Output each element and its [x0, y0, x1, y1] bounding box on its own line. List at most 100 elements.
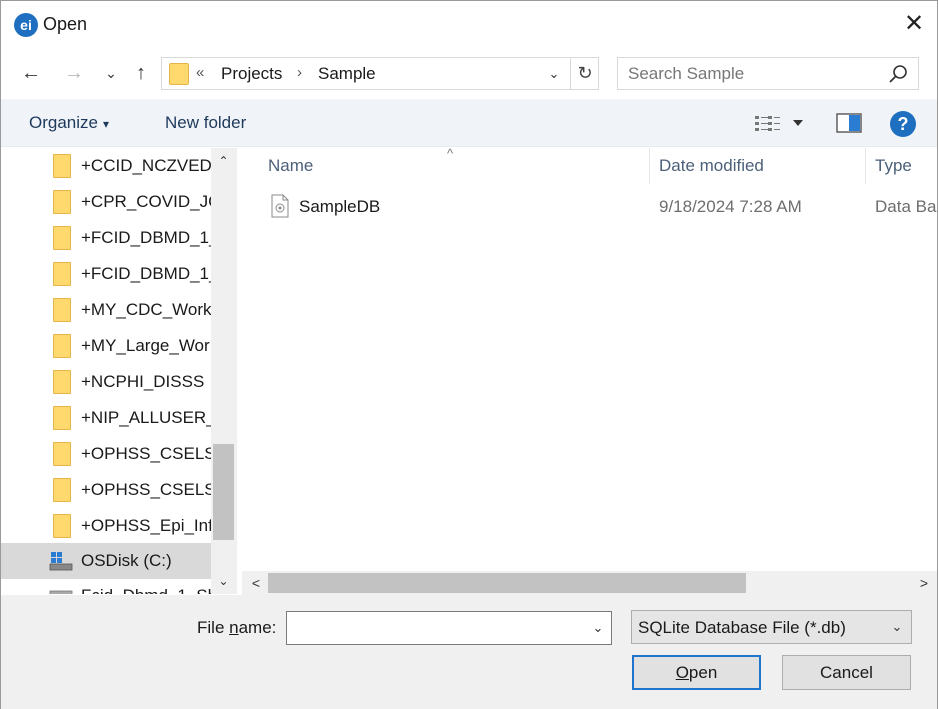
up-button[interactable]: ↑	[126, 59, 156, 87]
nav-folder-label: +NIP_ALLUSER_S	[81, 408, 211, 427]
file-type-value: SQLite Database File (*.db)	[638, 618, 846, 637]
chevron-down-icon[interactable]: ⌄	[884, 611, 910, 643]
nav-folder-label: +MY_CDC_Work	[81, 300, 211, 319]
search-icon[interactable]	[886, 63, 910, 85]
file-name-input[interactable]	[293, 618, 573, 638]
nav-drive-item[interactable]: OSDisk (C:)	[1, 543, 211, 579]
navigation-pane: +CCID_NCZVED_ +CPR_COVID_JC +FCID_DBMD_1…	[1, 148, 237, 594]
folder-icon	[169, 63, 189, 85]
nav-drive-label: OSDisk (C:)	[81, 551, 172, 570]
nav-folder-label: +OPHSS_Epi_Inf	[81, 516, 211, 535]
new-folder-button[interactable]: New folder	[165, 113, 246, 133]
nav-folder-label: +CCID_NCZVED_	[81, 156, 211, 175]
file-type: Data Base	[875, 197, 937, 216]
chevron-down-icon: ▾	[102, 117, 110, 131]
folder-icon	[53, 190, 71, 214]
recent-locations-button[interactable]: ⌄	[96, 59, 126, 87]
scroll-right-button[interactable]: >	[912, 571, 936, 595]
open-dialog: ei Open ✕ ← → ⌄ ↑ « Projects › Sample ⌄ …	[0, 0, 938, 709]
navigation-bar: ← → ⌄ ↑ « Projects › Sample ⌄ ↻	[1, 47, 937, 99]
nav-folder-label: +OPHSS_CSELS_	[81, 444, 211, 463]
nav-folder-label: +MY_Large_Wor	[81, 336, 210, 355]
folder-icon	[53, 370, 71, 394]
column-header-date[interactable]: Date modified	[659, 156, 764, 176]
scrollbar-thumb[interactable]	[213, 444, 234, 540]
nav-folder-item[interactable]: +CCID_NCZVED_	[1, 148, 211, 184]
column-header-name[interactable]: Name	[268, 156, 313, 176]
file-name-label-accel: n	[229, 618, 239, 637]
nav-folder-item[interactable]: +NCPHI_DISSS	[1, 364, 211, 400]
folder-icon	[53, 406, 71, 430]
dialog-footer: File name: ⌄ SQLite Database File (*.db)…	[1, 595, 937, 709]
nav-folder-item[interactable]: +OPHSS_Epi_Inf	[1, 508, 211, 544]
database-file-icon	[271, 194, 289, 218]
file-date-modified: 9/18/2024 7:28 AM	[659, 197, 802, 216]
nav-folder-label: +FCID_DBMD_1_	[81, 228, 211, 247]
help-button[interactable]: ?	[890, 111, 916, 137]
scrollbar-thumb[interactable]	[268, 573, 746, 593]
nav-drive-label: Fcid_Dbmd_1_Sh	[81, 586, 211, 594]
folder-icon	[53, 514, 71, 538]
nav-folder-item[interactable]: +NIP_ALLUSER_S	[1, 400, 211, 436]
breadcrumb-sample[interactable]: Sample	[318, 64, 376, 84]
folder-icon	[53, 262, 71, 286]
open-button-accel: O	[675, 663, 689, 682]
column-divider[interactable]	[649, 148, 650, 184]
breadcrumb-projects[interactable]: Projects	[221, 64, 282, 84]
file-name-combobox[interactable]: ⌄	[286, 611, 612, 645]
file-row[interactable]: SampleDB 9/18/2024 7:28 AM Data Base	[266, 192, 937, 220]
close-button[interactable]: ✕	[891, 1, 937, 47]
folder-icon	[53, 442, 71, 466]
nav-folder-item[interactable]: +OPHSS_CSELS_	[1, 436, 211, 472]
preview-pane-icon[interactable]	[835, 111, 863, 135]
open-button-label: pen	[688, 663, 718, 682]
file-name: SampleDB	[299, 197, 381, 216]
file-name-label-text: ame:	[238, 618, 277, 637]
search-input[interactable]	[628, 63, 878, 85]
file-list-hscrollbar[interactable]: < >	[242, 571, 937, 595]
nav-drive-item[interactable]: Fcid_Dbmd_1_Sh	[1, 578, 211, 594]
nav-folder-item[interactable]: +MY_Large_Wor	[1, 328, 211, 364]
view-options-icon[interactable]	[753, 111, 813, 135]
search-box[interactable]	[617, 57, 919, 90]
nav-scrollbar[interactable]: ⌃ ⌄	[211, 148, 236, 594]
breadcrumb-separator[interactable]: ›	[297, 64, 302, 81]
scroll-up-button[interactable]: ⌃	[211, 148, 236, 174]
file-name-label: File name:	[197, 618, 276, 638]
open-button[interactable]: Open	[632, 655, 761, 690]
nav-folder-label: +NCPHI_DISSS	[81, 372, 205, 391]
nav-folder-item[interactable]: +CPR_COVID_JC	[1, 184, 211, 220]
forward-button[interactable]: →	[59, 59, 89, 87]
scroll-down-button[interactable]: ⌄	[211, 568, 236, 594]
command-toolbar: Organize ▾ New folder ?	[1, 99, 937, 147]
title-bar: ei Open ✕	[1, 1, 937, 47]
nav-folder-label: +CPR_COVID_JC	[81, 192, 211, 211]
chevron-down-icon[interactable]: ⌄	[585, 612, 611, 644]
window-title: Open	[43, 14, 88, 34]
app-logo-icon: ei	[14, 13, 38, 37]
nav-folder-item[interactable]: +OPHSS_CSELS_	[1, 472, 211, 508]
back-button[interactable]: ←	[16, 59, 46, 87]
folder-icon	[53, 226, 71, 250]
folder-icon	[53, 334, 71, 358]
refresh-button[interactable]: ↻	[570, 58, 599, 89]
drive-icon	[49, 552, 73, 571]
nav-folder-item[interactable]: +FCID_DBMD_1_	[1, 220, 211, 256]
file-name-label-text: File	[197, 618, 230, 637]
breadcrumb-overflow[interactable]: «	[196, 64, 204, 81]
file-type-select[interactable]: SQLite Database File (*.db) ⌄	[631, 610, 912, 644]
column-divider[interactable]	[865, 148, 866, 184]
column-header-type[interactable]: Type	[875, 156, 912, 176]
nav-folder-label: +FCID_DBMD_1_	[81, 264, 211, 283]
nav-folder-item[interactable]: +MY_CDC_Work	[1, 292, 211, 328]
folder-icon	[53, 478, 71, 502]
nav-folder-item[interactable]: +FCID_DBMD_1_	[1, 256, 211, 292]
nav-folder-label: +OPHSS_CSELS_	[81, 480, 211, 499]
folder-icon	[53, 154, 71, 178]
address-bar[interactable]: « Projects › Sample ⌄ ↻	[161, 57, 599, 90]
scroll-left-button[interactable]: <	[244, 571, 268, 595]
file-list: ^ Name Date modified Type SampleDB 9/18/…	[242, 148, 937, 594]
organize-button[interactable]: Organize ▾	[29, 113, 109, 133]
cancel-button[interactable]: Cancel	[782, 655, 911, 690]
address-dropdown-button[interactable]: ⌄	[542, 63, 566, 85]
